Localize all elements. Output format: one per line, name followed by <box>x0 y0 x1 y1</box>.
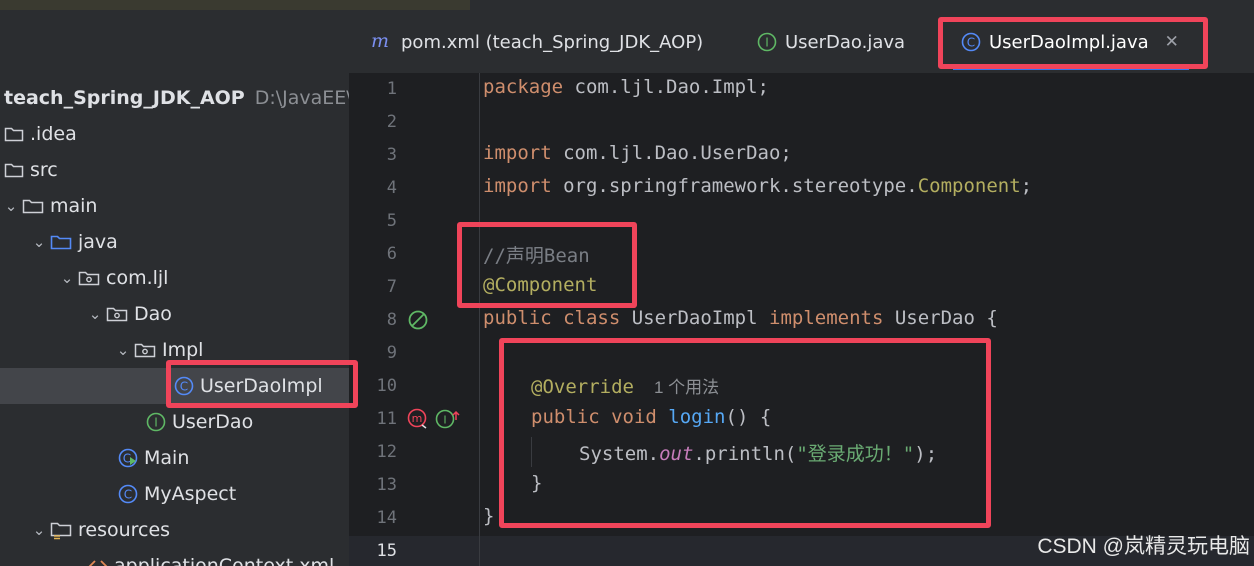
tree-item-label: main <box>50 195 98 217</box>
folder-icon <box>4 125 24 143</box>
tab-pom-xml[interactable]: m pom.xml (teach_Spring_JDK_AOP) <box>369 26 703 58</box>
line-number: 12 <box>376 442 397 462</box>
highlight-box-tree-item <box>166 360 358 408</box>
resources-folder-icon <box>50 520 72 540</box>
tree-item-label: Main <box>144 447 190 469</box>
code-token: com.ljl.Dao.UserDao; <box>551 142 792 164</box>
window-top-strip <box>0 0 1254 10</box>
bean-gutter-icon[interactable] <box>407 309 429 335</box>
tab-label: pom.xml (teach_Spring_JDK_AOP) <box>401 31 704 53</box>
interface-icon: I <box>757 32 777 52</box>
line-number: 14 <box>376 508 397 528</box>
code-token: org.springframework.stereotype. <box>551 175 918 197</box>
tab-userdao-java[interactable]: I UserDao.java <box>757 26 905 58</box>
line-number: 15 <box>376 541 397 561</box>
tree-item-label: Impl <box>162 339 204 361</box>
tree-item-main[interactable]: ⌄ main <box>0 188 349 224</box>
line-number: 2 <box>386 112 397 132</box>
svg-text:I: I <box>443 414 446 427</box>
tree-item-idea[interactable]: .idea <box>0 116 349 152</box>
line-number: 4 <box>386 178 397 198</box>
interface-icon: I <box>146 412 166 432</box>
package-icon <box>134 341 156 359</box>
line-number: 6 <box>386 244 397 264</box>
implements-method-icon[interactable]: I <box>435 408 461 434</box>
project-tool-window: teach_Spring_JDK_AOP D:\JavaEE\teach .id… <box>0 10 349 566</box>
line-number: 1 <box>386 79 397 99</box>
code-line-8: public class UserDaoImpl implements User… <box>483 307 998 329</box>
folder-icon <box>4 161 24 179</box>
code-token: UserDaoImpl <box>620 307 769 329</box>
highlight-box-annotation <box>457 222 637 308</box>
tree-item-com-ljl[interactable]: ⌄ com.ljl <box>0 260 349 296</box>
watermark: CSDN @岚精灵玩电脑 <box>1037 535 1250 558</box>
runnable-class-icon: C <box>118 448 138 468</box>
gutter-divider <box>479 73 480 566</box>
override-method-icon[interactable]: m <box>407 408 429 434</box>
code-line-4: import org.springframework.stereotype.Co… <box>483 175 1032 197</box>
tree-item-project-root[interactable]: teach_Spring_JDK_AOP D:\JavaEE\teach <box>0 80 349 116</box>
svg-text:m: m <box>412 412 423 425</box>
tree-item-applicationcontext[interactable]: applicationContext.xml <box>0 548 349 566</box>
source-folder-icon <box>50 233 72 251</box>
code-token: UserDao { <box>883 307 998 329</box>
tree-item-label: UserDao <box>172 411 254 433</box>
folder-icon <box>22 197 44 215</box>
svg-text:C: C <box>123 452 131 466</box>
tree-item-resources[interactable]: ⌄ resources <box>0 512 349 548</box>
code-line-1: package com.ljl.Dao.Impl; <box>483 76 769 98</box>
svg-text:C: C <box>124 488 132 502</box>
class-icon: C <box>118 484 138 504</box>
tree-item-dao[interactable]: ⌄ Dao <box>0 296 349 332</box>
chevron-down-icon[interactable]: ⌄ <box>0 197 22 215</box>
tree-item-src[interactable]: src <box>0 152 349 188</box>
tree-item-label: java <box>78 231 118 253</box>
line-number: 13 <box>376 475 397 495</box>
tree-item-java[interactable]: ⌄ java <box>0 224 349 260</box>
code-token: implements <box>769 307 884 329</box>
svg-text:I: I <box>765 36 769 50</box>
code-token: import <box>483 142 552 164</box>
code-token: package <box>483 76 564 98</box>
code-token: public class <box>483 307 621 329</box>
chevron-down-icon[interactable]: ⌄ <box>56 269 78 287</box>
xml-file-icon <box>88 556 108 566</box>
svg-text:m: m <box>371 32 389 52</box>
chevron-down-icon[interactable]: ⌄ <box>28 521 50 539</box>
tree-item-label: src <box>30 159 58 181</box>
code-line-3: import com.ljl.Dao.UserDao; <box>483 142 792 164</box>
code-token: com.ljl.Dao.Impl; <box>563 76 769 98</box>
tree-item-userdao[interactable]: I UserDao <box>0 404 349 440</box>
tree-item-label: com.ljl <box>106 267 169 289</box>
title-bar-segment <box>0 0 470 10</box>
maven-icon: m <box>369 32 393 52</box>
highlight-box-method <box>499 338 991 528</box>
project-root-name: teach_Spring_JDK_AOP <box>4 87 245 109</box>
line-number: 3 <box>386 145 397 165</box>
code-token: import <box>483 175 552 197</box>
svg-text:I: I <box>154 416 158 430</box>
code-token: Component <box>917 175 1021 197</box>
project-root-path: D:\JavaEE\teach <box>254 87 349 109</box>
tree-item-label: .idea <box>30 123 77 145</box>
line-number: 7 <box>386 277 397 297</box>
tree-item-main-class[interactable]: C Main <box>0 440 349 476</box>
tab-label: UserDao.java <box>785 31 906 53</box>
tree-item-label: Dao <box>134 303 172 325</box>
tree-item-label: MyAspect <box>144 483 237 505</box>
tree-item-label: applicationContext.xml <box>114 555 335 566</box>
package-icon <box>106 305 128 323</box>
line-number: 11 <box>376 409 397 429</box>
chevron-down-icon[interactable]: ⌄ <box>28 233 50 251</box>
tree-item-myaspect[interactable]: C MyAspect <box>0 476 349 512</box>
line-number: 8 <box>386 310 397 330</box>
package-icon <box>78 269 100 287</box>
code-line-14: } <box>483 505 495 527</box>
tree-item-label: resources <box>78 519 171 541</box>
chevron-down-icon[interactable]: ⌄ <box>84 305 106 323</box>
highlight-box-active-tab <box>938 17 1208 69</box>
code-token: ; <box>1020 175 1033 197</box>
line-number: 5 <box>386 211 397 231</box>
chevron-down-icon[interactable]: ⌄ <box>112 341 134 359</box>
